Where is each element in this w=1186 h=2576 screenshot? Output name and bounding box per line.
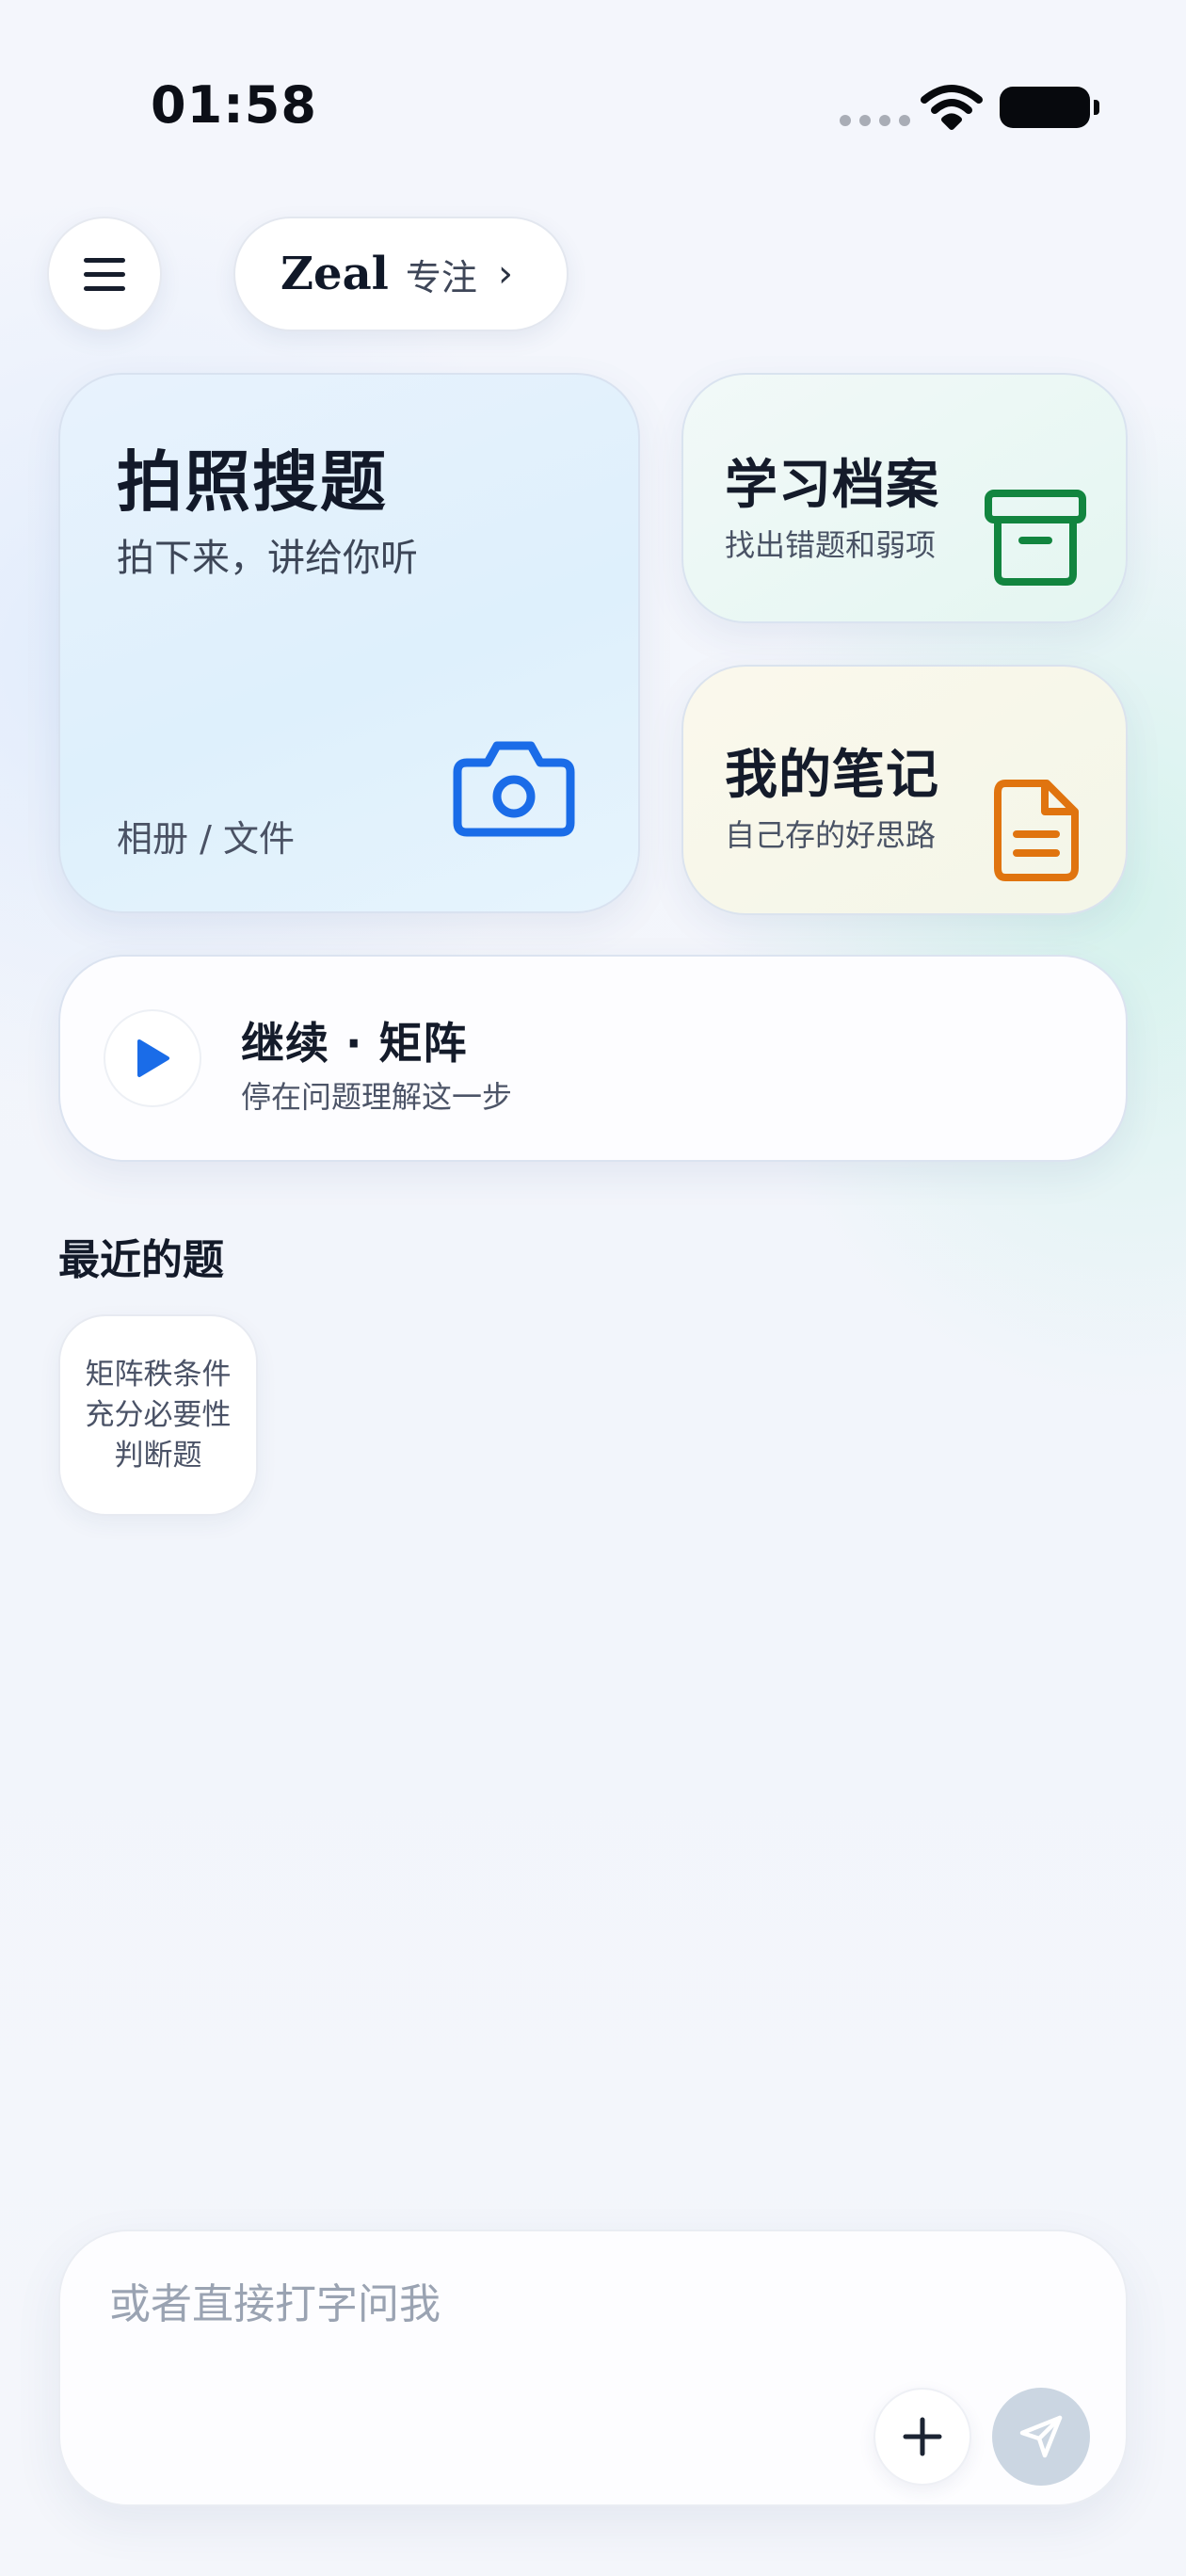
recent-questions-heading: 最近的题 [58,1236,224,1284]
continue-learning-card[interactable] [58,955,1128,1162]
album-file-link[interactable]: 相册 / 文件 [117,810,295,861]
continue-title: 继续 · 矩阵 [241,1018,468,1069]
recent-question-text: 矩阵秩条件充分必要性判断题 [85,1357,232,1473]
send-icon [1019,2415,1063,2458]
archive-box-icon [985,490,1086,586]
wifi-icon [921,85,983,130]
study-archive-title: 学习档案 [725,455,939,516]
photo-search-title: 拍照搜题 [117,443,388,521]
chevron-right-icon: › [497,252,513,296]
mode-label: 专注 [405,256,477,298]
my-notes-subtitle: 自己存的好思路 [725,817,937,853]
study-archive-subtitle: 找出错题和弱项 [725,527,937,563]
signal-dots-icon [840,115,910,126]
camera-icon[interactable] [450,734,578,840]
my-notes-title: 我的笔记 [725,745,939,806]
resume-button[interactable] [104,1009,201,1107]
recent-question-item[interactable]: 矩阵秩条件充分必要性判断题 [58,1314,258,1516]
brand-name: Zeal [280,248,389,300]
document-icon [994,780,1079,881]
battery-icon [1000,87,1099,128]
add-attachment-button[interactable] [873,2388,971,2486]
mode-selector[interactable]: Zeal 专注 › [233,217,569,331]
plus-icon [903,2417,942,2456]
chat-input[interactable] [109,2271,919,2337]
play-icon [137,1039,169,1077]
menu-button[interactable] [47,217,162,331]
status-time: 01:58 [151,75,317,135]
hamburger-menu-icon [84,257,125,291]
send-button[interactable] [992,2388,1090,2486]
photo-search-subtitle: 拍下来，讲给你听 [117,537,418,580]
continue-subtitle: 停在问题理解这一步 [241,1079,513,1115]
